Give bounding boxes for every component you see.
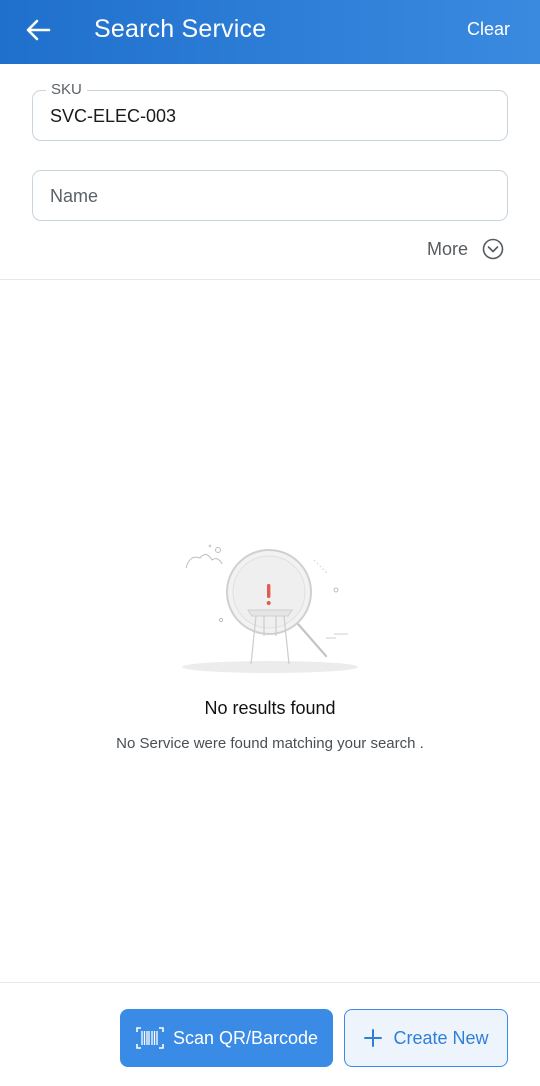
arrow-left-icon: [26, 19, 51, 41]
app-bar: Search Service Clear: [0, 0, 540, 64]
name-field[interactable]: Name: [32, 170, 508, 221]
section-divider: [0, 279, 540, 280]
barcode-icon: [136, 1027, 164, 1049]
create-new-button[interactable]: Create New: [344, 1009, 508, 1067]
more-label: More: [426, 238, 468, 259]
more-filters-toggle[interactable]: More: [427, 236, 504, 262]
no-results-illustration-icon: [182, 544, 358, 673]
empty-state-subtitle: No Service were found matching your sear…: [116, 735, 424, 752]
sku-field[interactable]: SKU SVC-ELEC-003: [32, 81, 508, 141]
empty-state-title: No results found: [204, 698, 336, 718]
create-button-label: Create New: [393, 1027, 489, 1048]
plus-icon: [364, 1029, 383, 1047]
sku-field-label: SKU: [46, 81, 87, 98]
name-field-placeholder[interactable]: Name: [50, 186, 98, 207]
chevron-down-circle-icon: [482, 238, 504, 260]
page-title: Search Service: [94, 15, 267, 43]
scan-button-label: Scan QR/Barcode: [172, 1027, 319, 1048]
clear-button[interactable]: Clear: [467, 19, 510, 40]
sku-field-value[interactable]: SVC-ELEC-003: [50, 106, 176, 127]
back-button[interactable]: [22, 14, 54, 46]
footer-divider: [0, 982, 540, 983]
scan-barcode-button[interactable]: Scan QR/Barcode: [120, 1009, 333, 1067]
